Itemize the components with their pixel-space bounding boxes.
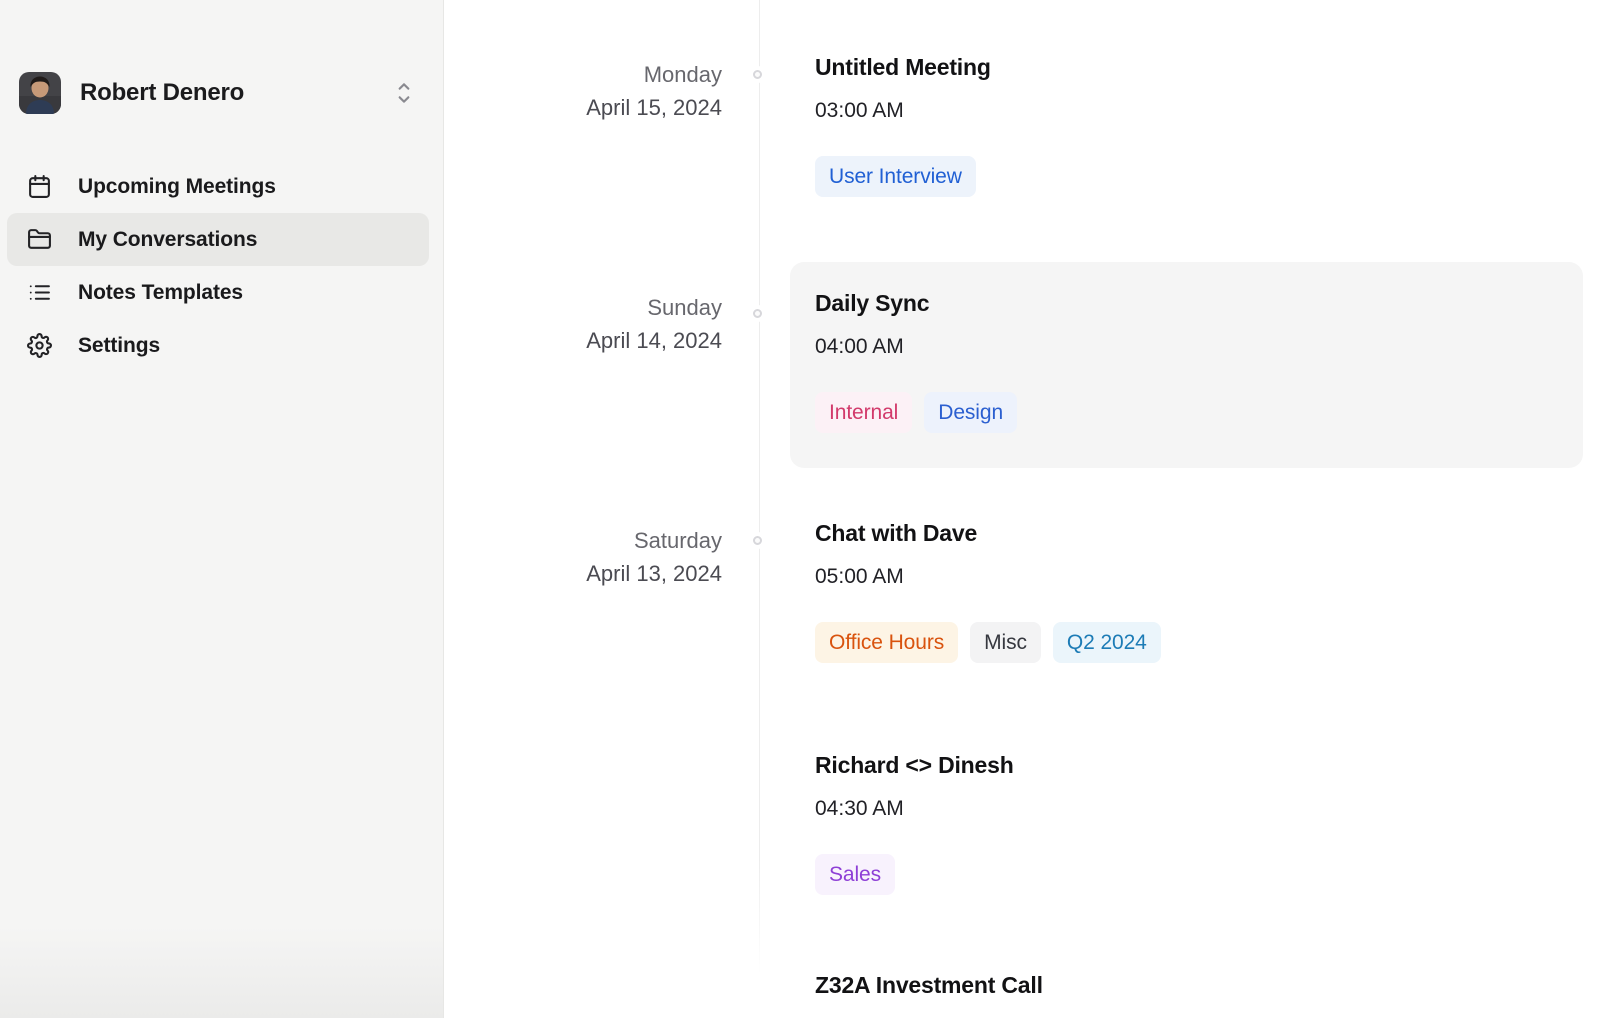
timeline-line (759, 0, 760, 975)
meeting-title: Richard <> Dinesh (815, 750, 1014, 780)
list-icon (27, 280, 52, 305)
tag: Misc (970, 622, 1041, 663)
meeting-time: 04:00 AM (815, 333, 1583, 360)
tag: Design (924, 392, 1017, 433)
meeting-time: 05:00 AM (815, 563, 1161, 590)
tag: User Interview (815, 156, 976, 197)
sidebar: Robert Denero Upcoming Meetings (0, 0, 444, 1018)
meeting-entry[interactable]: Z32A Investment Call (815, 970, 1043, 1000)
sidebar-item-label: Notes Templates (78, 281, 243, 305)
tag-list: User Interview (815, 156, 991, 197)
weekday-label: Sunday (444, 291, 722, 324)
date-label: April 14, 2024 (444, 324, 722, 357)
timeline-dot (753, 309, 762, 318)
meeting-title: Untitled Meeting (815, 52, 991, 82)
meeting-entry[interactable]: Untitled Meeting 03:00 AM User Interview (815, 52, 991, 197)
sidebar-nav: Upcoming Meetings My Conversations (7, 160, 429, 372)
tag-list: Internal Design (815, 392, 1583, 433)
date-marker: Sunday April 14, 2024 (444, 291, 722, 357)
sidebar-item-settings[interactable]: Settings (7, 319, 429, 372)
tag: Office Hours (815, 622, 958, 663)
meeting-entry[interactable]: Chat with Dave 05:00 AM Office Hours Mis… (815, 518, 1161, 663)
gear-icon (27, 333, 52, 358)
meeting-title: Z32A Investment Call (815, 970, 1043, 1000)
meeting-title: Chat with Dave (815, 518, 1161, 548)
profile-switcher[interactable]: Robert Denero (19, 72, 413, 114)
weekday-label: Saturday (444, 524, 722, 557)
sidebar-item-label: Upcoming Meetings (78, 175, 276, 199)
date-marker: Monday April 15, 2024 (444, 58, 722, 124)
sidebar-item-label: Settings (78, 334, 160, 358)
user-name: Robert Denero (80, 79, 395, 107)
tag-list: Office Hours Misc Q2 2024 (815, 622, 1161, 663)
tag-list: Sales (815, 854, 1014, 895)
timeline-dot (753, 536, 762, 545)
meeting-entry-highlighted[interactable]: Daily Sync 04:00 AM Internal Design (790, 262, 1583, 468)
timeline-panel: Monday April 15, 2024 Sunday April 14, 2… (444, 0, 1600, 1018)
app-window: Robert Denero Upcoming Meetings (0, 0, 1600, 1018)
calendar-icon (27, 174, 52, 199)
tag: Q2 2024 (1053, 622, 1161, 663)
timeline-dot (753, 70, 762, 79)
weekday-label: Monday (444, 58, 722, 91)
chevron-up-down-icon (395, 80, 413, 106)
avatar (19, 72, 61, 114)
sidebar-item-upcoming-meetings[interactable]: Upcoming Meetings (7, 160, 429, 213)
sidebar-item-label: My Conversations (78, 228, 257, 252)
meeting-time: 03:00 AM (815, 97, 991, 124)
meeting-entry[interactable]: Richard <> Dinesh 04:30 AM Sales (815, 750, 1014, 895)
date-label: April 13, 2024 (444, 557, 722, 590)
folder-icon (27, 227, 52, 252)
sidebar-item-my-conversations[interactable]: My Conversations (7, 213, 429, 266)
tag: Sales (815, 854, 895, 895)
meeting-title: Daily Sync (815, 288, 1583, 318)
date-marker: Saturday April 13, 2024 (444, 524, 722, 590)
meeting-time: 04:30 AM (815, 795, 1014, 822)
tag: Internal (815, 392, 912, 433)
sidebar-item-notes-templates[interactable]: Notes Templates (7, 266, 429, 319)
date-label: April 15, 2024 (444, 91, 722, 124)
